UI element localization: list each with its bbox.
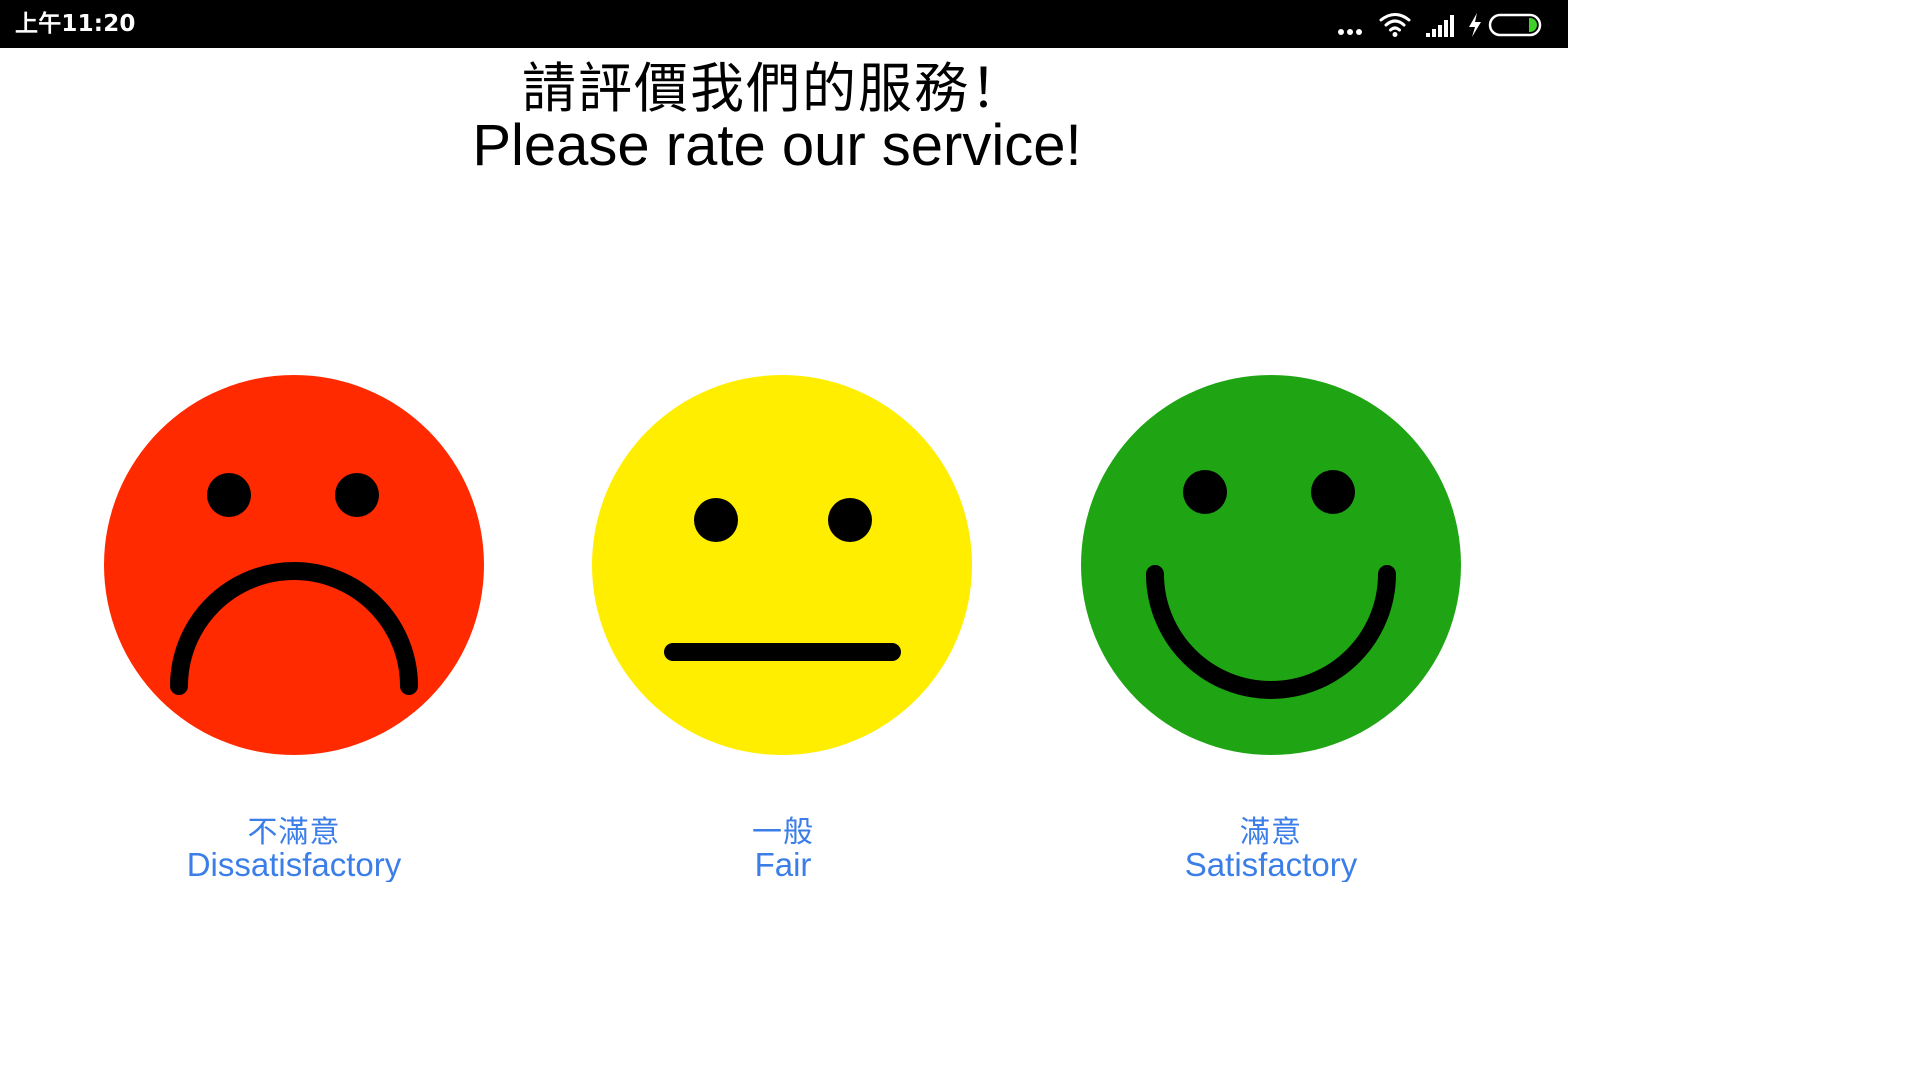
label-english: Fair	[754, 846, 812, 882]
sad-face-icon	[104, 375, 484, 755]
neutral-face-icon	[592, 375, 972, 755]
status-bar: 上午11:20	[0, 0, 1568, 48]
page-title: 請評價我們的服務！ Please rate our service!	[0, 56, 1568, 176]
rating-button-satisfactory[interactable]	[1080, 374, 1462, 756]
cellular-signal-icon	[1426, 15, 1454, 37]
rating-button-fair[interactable]	[591, 374, 973, 756]
happy-face-icon	[1081, 375, 1461, 755]
rating-label-dissatisfactory[interactable]: 不滿意 Dissatisfactory	[94, 815, 494, 882]
face-circle	[592, 375, 972, 755]
status-icons	[1336, 11, 1556, 39]
rating-label-satisfactory[interactable]: 滿意 Satisfactory	[1071, 815, 1471, 882]
label-english: Dissatisfactory	[186, 846, 402, 882]
battery-icon	[1488, 13, 1542, 37]
more-dots-icon	[1338, 29, 1362, 35]
label-english: Satisfactory	[1184, 846, 1358, 882]
status-time: 上午11:20	[15, 11, 136, 37]
charging-bolt-icon	[1469, 13, 1481, 37]
wifi-icon	[1379, 13, 1411, 37]
rating-screen: 上午11:20 請評價我們的服務！ Please rate our servic…	[0, 0, 1568, 882]
rating-button-dissatisfactory[interactable]	[103, 374, 485, 756]
title-english: Please rate our service!	[472, 113, 1082, 178]
rating-label-fair[interactable]: 一般 Fair	[583, 815, 983, 882]
